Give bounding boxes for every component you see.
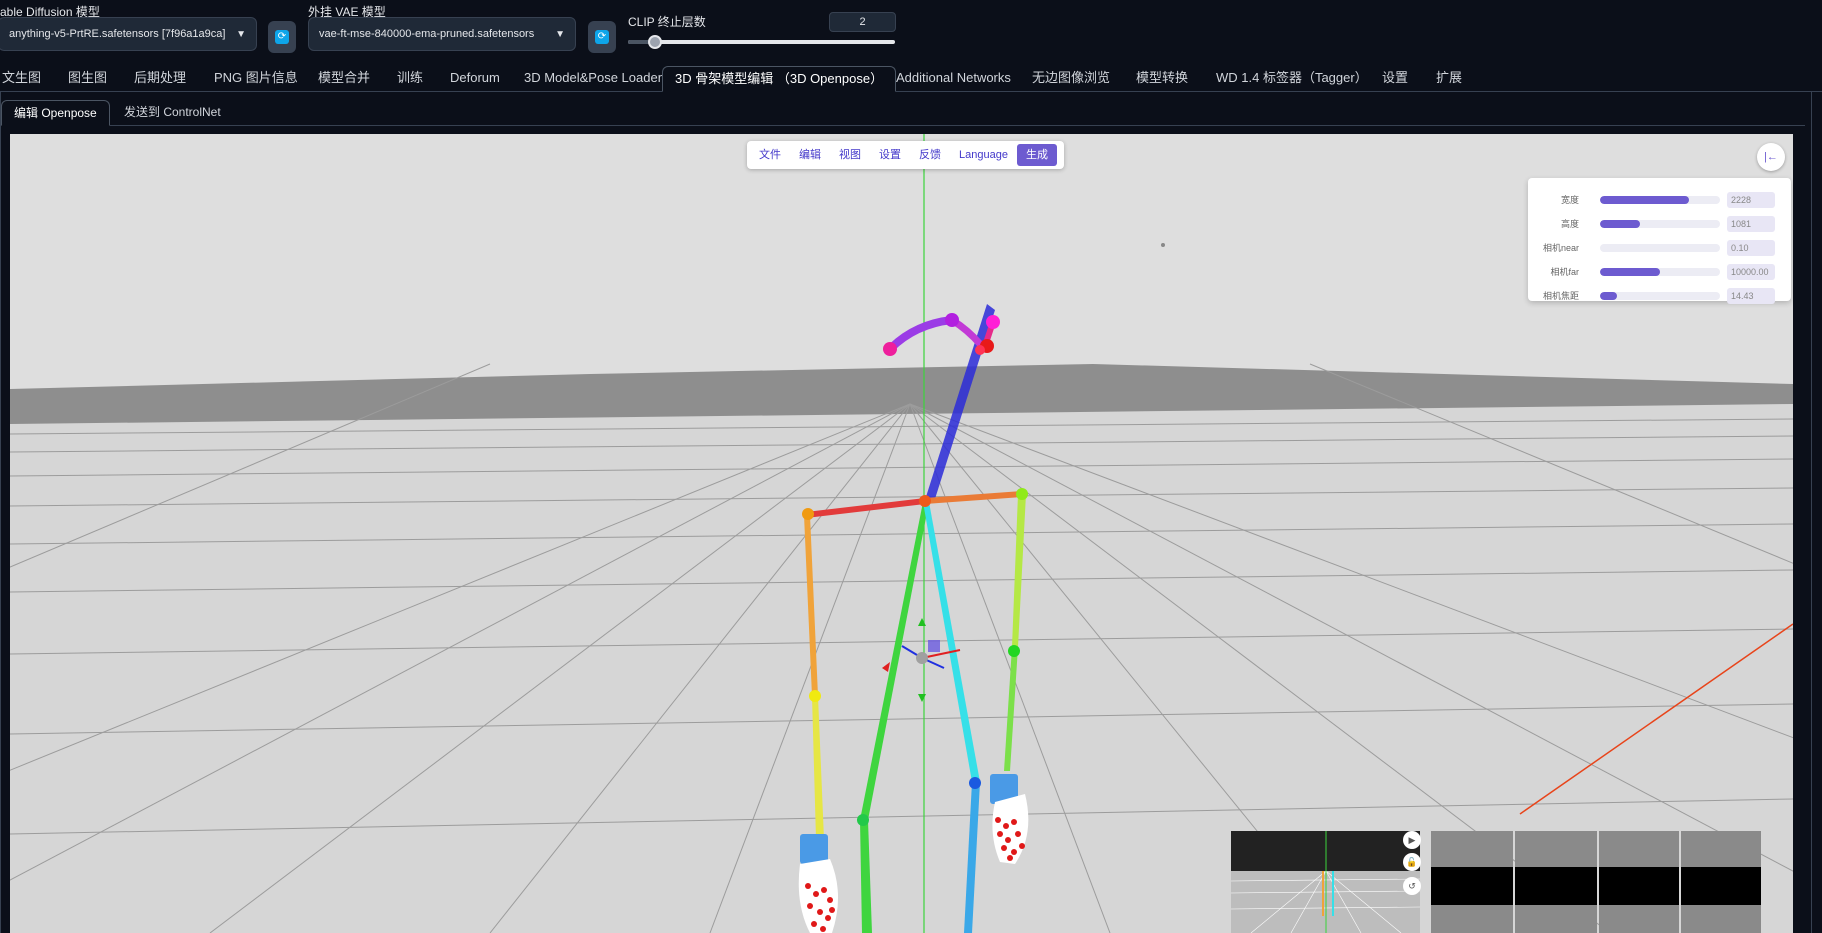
clip-number-input[interactable]: 2 bbox=[829, 12, 896, 32]
prop-slider[interactable] bbox=[1600, 268, 1720, 276]
prop-slider-fill bbox=[1600, 196, 1689, 204]
prop-slider[interactable] bbox=[1600, 292, 1720, 300]
tab-tagger[interactable]: WD 1.4 标签器（Tagger） bbox=[1216, 66, 1368, 92]
menu-file[interactable]: 文件 bbox=[750, 144, 790, 166]
refresh-model-button[interactable]: ⟳ bbox=[268, 21, 296, 53]
menu-view[interactable]: 视图 bbox=[830, 144, 870, 166]
prop-label: 宽度 bbox=[1560, 195, 1579, 205]
vae-select[interactable]: vae-ft-mse-840000-ema-pruned.safetensors… bbox=[308, 17, 576, 51]
model-select[interactable]: anything-v5-PrtRE.safetensors [7f96a1a9c… bbox=[0, 17, 257, 51]
top-settings-bar: able Diffusion 模型 anything-v5-PrtRE.safe… bbox=[0, 0, 1822, 58]
tab-deforum[interactable]: Deforum bbox=[450, 66, 500, 92]
prop-label: 相机near bbox=[1542, 243, 1579, 253]
prop-value-input[interactable]: 2228 bbox=[1727, 192, 1775, 208]
prop-slider-fill bbox=[1600, 220, 1640, 228]
3d-viewport[interactable]: 文件 编辑 视图 设置 反馈 Language 生成 |← 宽度 2228 高度… bbox=[10, 134, 1793, 933]
tab-3d-openpose[interactable]: 3D 骨架模型编辑 （3D Openpose） bbox=[662, 66, 897, 92]
prop-slider[interactable] bbox=[1600, 196, 1720, 204]
clip-slider-thumb[interactable] bbox=[647, 35, 662, 49]
prop-value-input[interactable]: 1081 bbox=[1727, 216, 1775, 232]
preview-depth-thumbnail[interactable] bbox=[1515, 831, 1597, 933]
prop-value-input[interactable]: 0.10 bbox=[1727, 240, 1775, 256]
chevron-down-icon: ▼ bbox=[236, 28, 246, 40]
preview-thumbnails: ▶ 🔓 ↺ bbox=[1231, 831, 1761, 933]
prop-label: 相机far bbox=[1550, 267, 1579, 277]
prop-label: 高度 bbox=[1560, 219, 1579, 229]
play-icon[interactable]: ▶ bbox=[1403, 831, 1421, 849]
menu-language[interactable]: Language bbox=[950, 144, 1017, 166]
vae-value: vae-ft-mse-840000-ema-pruned.safetensors bbox=[319, 28, 535, 40]
refresh-vae-button[interactable]: ⟳ bbox=[588, 21, 616, 53]
prop-camera-far: 相机far 10000.00 bbox=[1528, 264, 1791, 280]
editor-menu-bar: 文件 编辑 视图 设置 反馈 Language 生成 bbox=[747, 141, 1064, 169]
tab-train[interactable]: 训练 bbox=[397, 66, 423, 92]
prop-slider-fill bbox=[1600, 268, 1660, 276]
properties-panel: 宽度 2228 高度 1081 相机near 0.10 相机far 10000.… bbox=[1528, 178, 1791, 304]
prop-value-input[interactable]: 14.43 bbox=[1727, 288, 1775, 304]
main-tabs: 文生图 图生图 后期处理 PNG 图片信息 模型合并 训练 Deforum 3D… bbox=[0, 66, 1822, 92]
preview-openpose-thumbnail[interactable] bbox=[1431, 831, 1513, 933]
tab-send-to-controlnet[interactable]: 发送到 ControlNet bbox=[124, 100, 221, 126]
refresh-icon: ⟳ bbox=[595, 30, 609, 44]
3d-scene[interactable] bbox=[10, 134, 1793, 933]
tab-img2img[interactable]: 图生图 bbox=[68, 66, 107, 92]
prop-width: 宽度 2228 bbox=[1528, 192, 1791, 208]
tab-extras[interactable]: 后期处理 bbox=[134, 66, 186, 92]
tab-settings[interactable]: 设置 bbox=[1382, 66, 1408, 92]
refresh-icon: ⟳ bbox=[275, 30, 289, 44]
prop-slider-fill bbox=[1600, 292, 1617, 300]
model-value: anything-v5-PrtRE.safetensors [7f96a1a9c… bbox=[9, 28, 226, 40]
menu-settings[interactable]: 设置 bbox=[870, 144, 910, 166]
prop-label: 相机焦距 bbox=[1542, 291, 1579, 301]
prop-camera-near: 相机near 0.10 bbox=[1528, 240, 1791, 256]
chevron-down-icon: ▼ bbox=[555, 28, 565, 40]
prop-camera-focal: 相机焦距 14.43 bbox=[1528, 288, 1791, 304]
tab-additional-networks[interactable]: Additional Networks bbox=[896, 66, 1011, 92]
preview-normal-thumbnail[interactable] bbox=[1599, 831, 1679, 933]
sub-tabs: 编辑 Openpose 发送到 ControlNet bbox=[0, 100, 1805, 126]
menu-edit[interactable]: 编辑 bbox=[790, 144, 830, 166]
undo-icon[interactable]: ↺ bbox=[1403, 877, 1421, 895]
collapse-left-icon[interactable]: |← bbox=[1757, 143, 1785, 171]
prop-slider[interactable] bbox=[1600, 244, 1720, 252]
tab-model-converter[interactable]: 模型转换 bbox=[1136, 66, 1188, 92]
tab-edit-openpose[interactable]: 编辑 Openpose bbox=[1, 100, 110, 126]
prop-value-input[interactable]: 10000.00 bbox=[1727, 264, 1775, 280]
clip-slider[interactable] bbox=[628, 35, 895, 49]
lock-icon[interactable]: 🔓 bbox=[1403, 853, 1421, 871]
preview-scene-thumbnail[interactable] bbox=[1231, 831, 1420, 933]
menu-feedback[interactable]: 反馈 bbox=[910, 144, 950, 166]
prop-slider[interactable] bbox=[1600, 220, 1720, 228]
generate-button[interactable]: 生成 bbox=[1016, 144, 1057, 166]
clip-label: CLIP 终止层数 bbox=[628, 15, 706, 29]
tab-extensions[interactable]: 扩展 bbox=[1436, 66, 1462, 92]
preview-canny-thumbnail[interactable] bbox=[1681, 831, 1761, 933]
tab-infinite-image-browsing[interactable]: 无边图像浏览 bbox=[1032, 66, 1110, 92]
prop-height: 高度 1081 bbox=[1528, 216, 1791, 232]
tab-png-info[interactable]: PNG 图片信息 bbox=[214, 66, 298, 92]
tab-checkpoint-merger[interactable]: 模型合并 bbox=[318, 66, 370, 92]
tab-3d-model-pose-loader[interactable]: 3D Model&Pose Loader bbox=[524, 66, 662, 92]
tab-txt2img[interactable]: 文生图 bbox=[2, 66, 41, 92]
